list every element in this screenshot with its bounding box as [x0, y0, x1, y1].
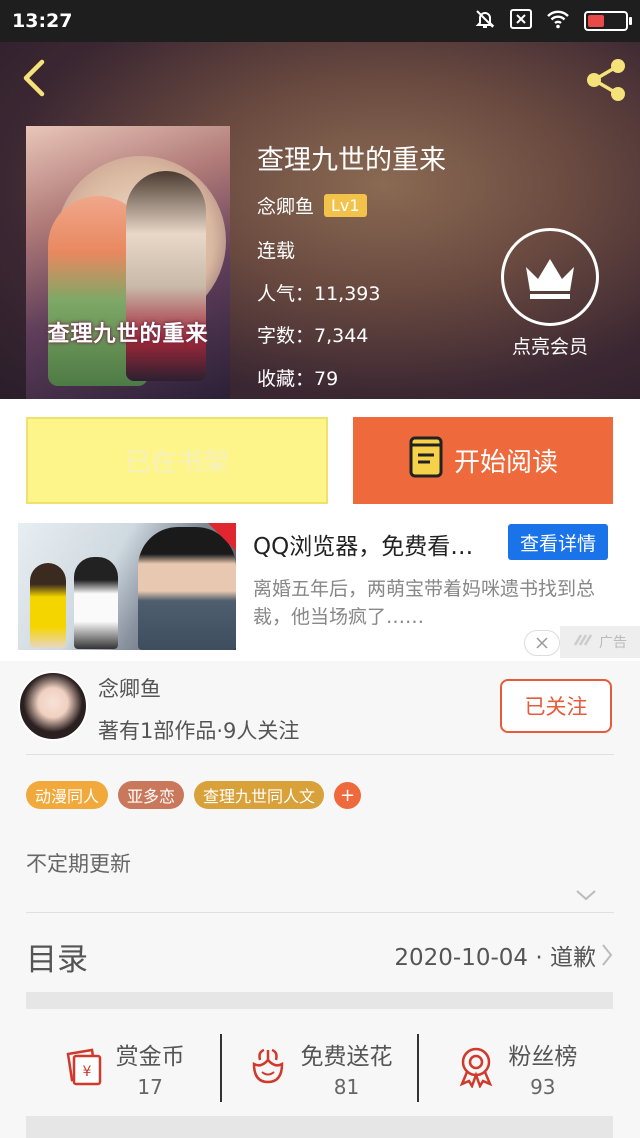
add-tag-button[interactable]: +: [334, 781, 362, 809]
ad-network-icon: [573, 633, 595, 651]
avatar[interactable]: [18, 671, 88, 741]
reward-coins-button[interactable]: ¥ 赏金币 17: [26, 1037, 220, 1099]
book-favorites: 收藏：79: [257, 368, 339, 390]
in-bookshelf-button[interactable]: 已在书架: [26, 417, 328, 504]
ad-close-button[interactable]: [524, 630, 560, 656]
ad-details-button[interactable]: 查看详情: [508, 524, 608, 560]
chevron-down-icon[interactable]: [574, 887, 598, 907]
crown-icon: [501, 228, 599, 326]
vip-label: 点亮会员: [511, 336, 588, 358]
cover-boy-figure: [126, 171, 206, 381]
action-bar: 已在书架 开始阅读: [0, 399, 640, 521]
battery-icon: [584, 11, 632, 31]
followed-button[interactable]: 已关注: [500, 679, 612, 733]
stat-label: 免费送花: [300, 1044, 393, 1070]
author-section[interactable]: 念卿鱼 著有1部作品·9人关注 已关注: [0, 661, 640, 754]
book-header: 查理九世的重来 查理九世的重来 念卿鱼 Lv1 连载 人气：11,393 字数：…: [0, 42, 640, 399]
toc-latest-chapter[interactable]: 2020-10-04 · 道歉: [394, 938, 596, 972]
book-cover[interactable]: 查理九世的重来: [26, 126, 230, 399]
ad-image-child-girl: [30, 563, 66, 648]
stat-label: 粉丝榜: [508, 1044, 578, 1070]
book-icon: [408, 435, 444, 486]
ad-image-child-boy: [74, 557, 118, 649]
send-flower-button[interactable]: 免费送花 81: [222, 1037, 416, 1099]
divider: [26, 912, 614, 913]
tag-list: 动漫同人 亚多恋 查理九世同人文 +: [26, 781, 362, 809]
level-badge: Lv1: [324, 194, 367, 217]
svg-text:¥: ¥: [82, 1064, 91, 1080]
no-sim-icon: [510, 9, 532, 33]
share-button[interactable]: [582, 56, 630, 104]
ad-image[interactable]: [18, 523, 236, 650]
author-row: 念卿鱼 Lv1: [257, 192, 367, 219]
start-reading-button[interactable]: 开始阅读: [353, 417, 613, 504]
fan-ranking-button[interactable]: 粉丝榜 93: [419, 1037, 613, 1099]
status-icons: [474, 8, 632, 34]
ad-banner[interactable]: QQ浏览器，免费看… 查看详情 离婚五年后，两萌宝带着妈咪遗书找到总裁，他当场疯…: [0, 521, 640, 661]
flower-icon: [246, 1044, 290, 1092]
stats-bar: ¥ 赏金币 17 免费送花 81 粉丝榜 93: [26, 1020, 613, 1116]
chevron-right-icon[interactable]: [600, 942, 614, 972]
author-section-name: 念卿鱼: [98, 677, 161, 701]
ad-description[interactable]: 离婚五年后，两萌宝带着妈咪遗书找到总裁，他当场疯了……: [253, 575, 625, 631]
status-bar: 13:27: [0, 0, 640, 42]
book-word-count: 字数：7,344: [257, 325, 369, 347]
stat-value: 93: [530, 1075, 556, 1099]
cover-title: 查理九世的重来: [47, 322, 209, 347]
ad-image-corner-badge: [208, 523, 236, 551]
ad-label: 广告: [560, 626, 640, 658]
author-works: 著有1部作品·9人关注: [98, 719, 300, 743]
mute-icon: [474, 8, 496, 34]
vip-button[interactable]: 点亮会员: [500, 228, 600, 359]
tag-item[interactable]: 亚多恋: [118, 781, 185, 809]
start-reading-label: 开始阅读: [453, 448, 558, 478]
tag-item[interactable]: 动漫同人: [26, 781, 109, 809]
stat-value: 17: [137, 1075, 163, 1099]
divider: [26, 754, 614, 755]
section-separator: [26, 1116, 613, 1138]
medal-icon: [454, 1044, 498, 1092]
ad-label-text: 广告: [599, 635, 627, 651]
back-button[interactable]: [14, 56, 54, 100]
status-time: 13:27: [12, 10, 73, 32]
toc-title[interactable]: 目录: [26, 934, 88, 979]
update-schedule: 不定期更新: [26, 852, 131, 876]
tag-item[interactable]: 查理九世同人文: [194, 781, 325, 809]
red-envelope-icon: ¥: [62, 1044, 106, 1092]
book-popularity: 人气：11,393: [257, 283, 381, 305]
book-status: 连载: [257, 240, 296, 262]
stat-value: 81: [333, 1075, 360, 1099]
section-separator: [26, 992, 613, 1009]
close-icon: [536, 637, 548, 649]
ad-title[interactable]: QQ浏览器，免费看…: [253, 527, 473, 561]
wifi-icon: [546, 9, 570, 33]
stat-label: 赏金币: [115, 1044, 185, 1070]
book-title: 查理九世的重来: [257, 145, 446, 176]
author-name[interactable]: 念卿鱼: [257, 192, 314, 219]
